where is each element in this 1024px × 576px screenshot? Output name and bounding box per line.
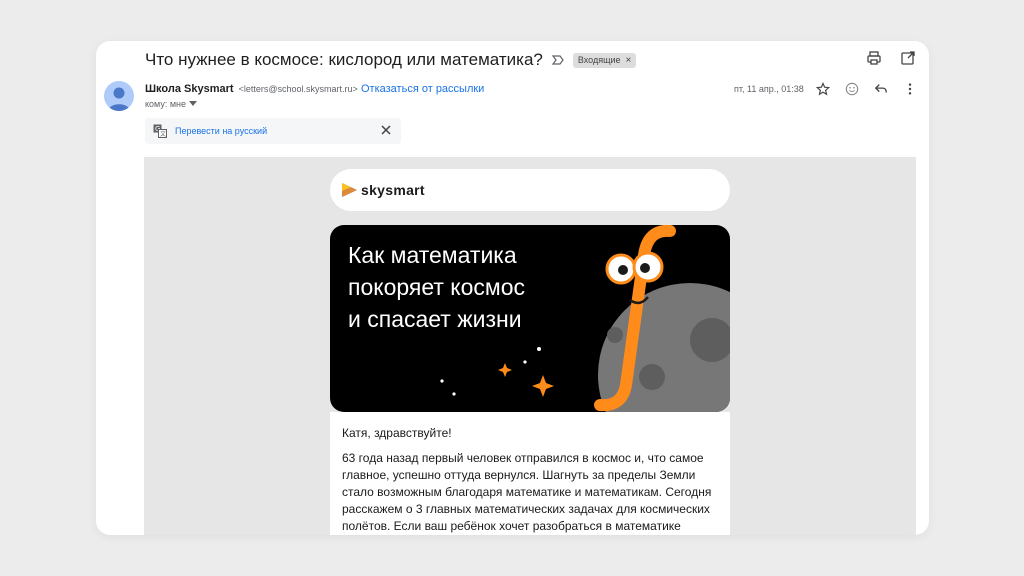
hero-title-line: покоряет космос [348,274,526,300]
sparkle-star [532,375,554,397]
svg-text:文: 文 [160,130,166,138]
sender-line: Школа Skysmart <letters@school.skysmart.… [145,83,358,95]
sender-name[interactable]: Школа Skysmart [145,83,234,95]
subject-row: Что нужнее в космосе: кислород или матем… [145,47,637,73]
hero-title-line: Как математика [348,242,517,268]
intro-paragraph: 63 года назад первый человек отправился … [342,451,712,533]
recipient-text: кому: мне [145,99,186,109]
moon-crater [639,364,665,390]
sender-email: <letters@school.skysmart.ru> [238,84,358,94]
brand-header: skysmart [330,169,730,211]
importance-marker-icon[interactable] [551,53,565,67]
remove-label-icon[interactable]: × [626,55,632,66]
open-in-new-icon[interactable] [899,49,917,67]
more-vertical-icon[interactable] [901,80,919,98]
eye-right [640,263,650,273]
eye-left [618,265,628,275]
inbox-label-chip[interactable]: Входящие × [572,52,637,68]
email-date: пт, 11 апр., 01:38 [734,84,804,94]
sparkle-star [498,363,512,377]
reply-icon[interactable] [872,80,890,98]
close-icon[interactable] [379,123,393,137]
sender-avatar[interactable] [104,81,134,111]
hero-banner: Как математика покоряет космос и спасает… [330,225,730,412]
email-subject: Что нужнее в космосе: кислород или матем… [145,50,543,69]
message-actions [814,80,919,98]
email-view: Что нужнее в космосе: кислород или матем… [96,41,929,535]
translate-link[interactable]: Перевести на русский [175,126,267,136]
greeting: Катя, здравствуйте! [342,426,452,440]
hero-title-line: и спасает жизни [348,306,522,332]
email-text-card: Катя, здравствуйте! 63 года назад первый… [330,412,730,535]
print-icon[interactable] [865,49,883,67]
translate-icon: G文 [153,124,167,138]
top-actions [865,49,917,67]
translate-bar: G文 Перевести на русский [145,118,401,144]
brand-wordmark: skysmart [361,182,425,198]
recipient-row[interactable]: кому: мне [145,99,197,109]
chevron-down-icon[interactable] [189,101,197,107]
unsubscribe-link[interactable]: Отказаться от рассылки [361,83,484,95]
inbox-label-text: Входящие [577,55,621,65]
hero-title: Как математика покоряет космос и спасает… [348,239,598,335]
email-content: skysmart Как математика покоряет космос … [144,157,916,535]
skysmart-logo-icon [342,183,357,197]
moon-crater [607,327,623,343]
star-icon[interactable] [814,80,832,98]
emoji-icon[interactable] [843,80,861,98]
